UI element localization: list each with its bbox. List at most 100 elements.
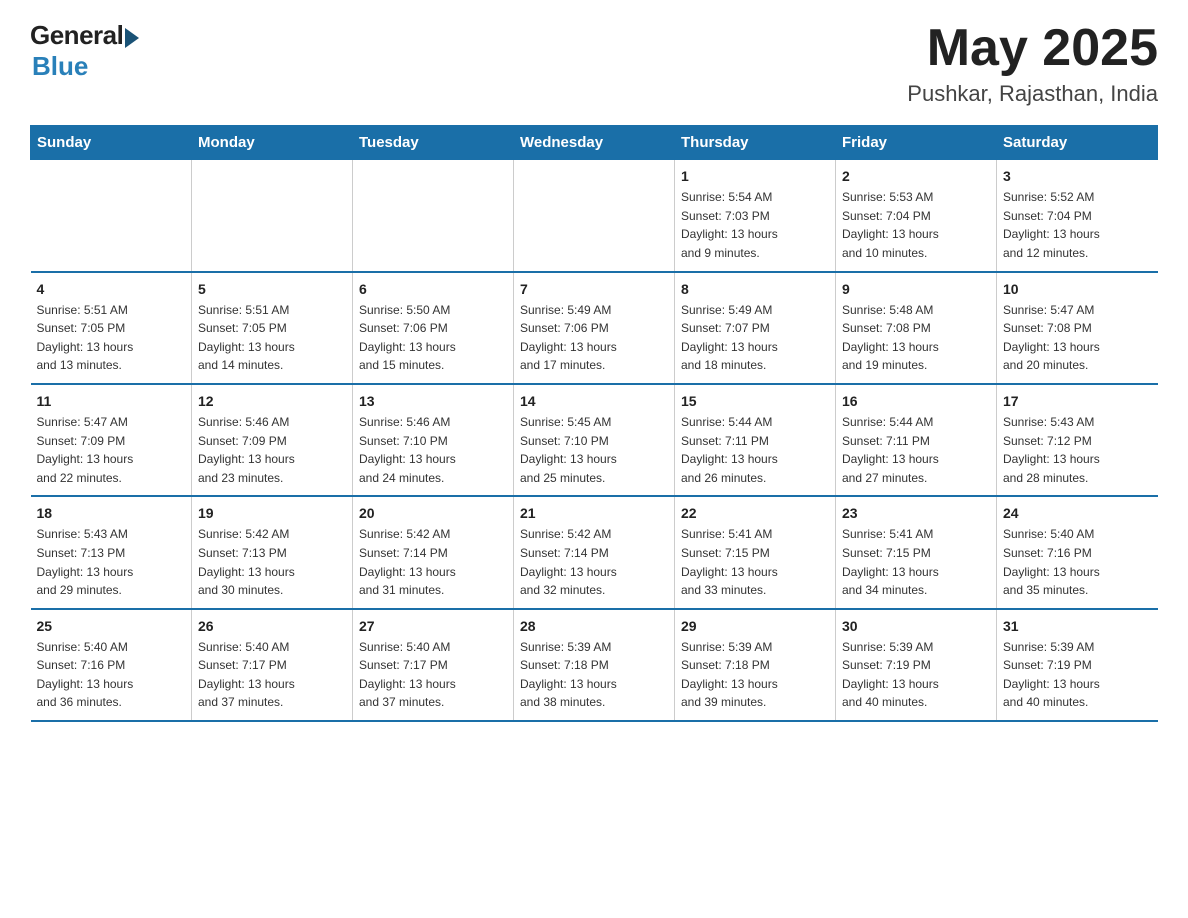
day-number: 1 [681, 168, 829, 184]
calendar-day-cell: 9 Sunrise: 5:48 AM Sunset: 7:08 PM Daylig… [836, 272, 997, 384]
day-number: 31 [1003, 618, 1152, 634]
weekday-header-sunday: Sunday [31, 126, 192, 160]
day-number: 6 [359, 281, 507, 297]
calendar-day-cell: 28 Sunrise: 5:39 AM Sunset: 7:18 PM Dayli… [514, 609, 675, 721]
day-info: Sunrise: 5:40 AM Sunset: 7:16 PM Dayligh… [37, 638, 186, 712]
day-number: 17 [1003, 393, 1152, 409]
day-number: 9 [842, 281, 990, 297]
calendar-day-cell: 26 Sunrise: 5:40 AM Sunset: 7:17 PM Dayli… [192, 609, 353, 721]
calendar-day-cell: 6 Sunrise: 5:50 AM Sunset: 7:06 PM Daylig… [353, 272, 514, 384]
day-number: 15 [681, 393, 829, 409]
day-info: Sunrise: 5:42 AM Sunset: 7:14 PM Dayligh… [520, 525, 668, 599]
calendar-week-row: 25 Sunrise: 5:40 AM Sunset: 7:16 PM Dayli… [31, 609, 1158, 721]
day-info: Sunrise: 5:40 AM Sunset: 7:16 PM Dayligh… [1003, 525, 1152, 599]
calendar-day-cell: 8 Sunrise: 5:49 AM Sunset: 7:07 PM Daylig… [675, 272, 836, 384]
day-info: Sunrise: 5:49 AM Sunset: 7:06 PM Dayligh… [520, 301, 668, 375]
calendar-day-cell: 4 Sunrise: 5:51 AM Sunset: 7:05 PM Daylig… [31, 272, 192, 384]
day-info: Sunrise: 5:40 AM Sunset: 7:17 PM Dayligh… [198, 638, 346, 712]
day-number: 18 [37, 505, 186, 521]
calendar-day-cell: 15 Sunrise: 5:44 AM Sunset: 7:11 PM Dayli… [675, 384, 836, 496]
day-info: Sunrise: 5:47 AM Sunset: 7:08 PM Dayligh… [1003, 301, 1152, 375]
day-info: Sunrise: 5:44 AM Sunset: 7:11 PM Dayligh… [842, 413, 990, 487]
day-number: 24 [1003, 505, 1152, 521]
calendar-day-cell: 16 Sunrise: 5:44 AM Sunset: 7:11 PM Dayli… [836, 384, 997, 496]
day-info: Sunrise: 5:39 AM Sunset: 7:19 PM Dayligh… [1003, 638, 1152, 712]
day-info: Sunrise: 5:39 AM Sunset: 7:18 PM Dayligh… [681, 638, 829, 712]
day-number: 25 [37, 618, 186, 634]
day-info: Sunrise: 5:51 AM Sunset: 7:05 PM Dayligh… [37, 301, 186, 375]
page-header: General Blue May 2025 Pushkar, Rajasthan… [30, 20, 1158, 107]
location-subtitle: Pushkar, Rajasthan, India [907, 81, 1158, 107]
calendar-day-cell: 19 Sunrise: 5:42 AM Sunset: 7:13 PM Dayli… [192, 496, 353, 608]
calendar-day-cell: 1 Sunrise: 5:54 AM Sunset: 7:03 PM Daylig… [675, 160, 836, 272]
calendar-day-cell: 20Sunrise: 5:42 AM Sunset: 7:14 PM Dayli… [353, 496, 514, 608]
day-info: Sunrise: 5:49 AM Sunset: 7:07 PM Dayligh… [681, 301, 829, 375]
calendar-week-row: 4 Sunrise: 5:51 AM Sunset: 7:05 PM Daylig… [31, 272, 1158, 384]
weekday-header-friday: Friday [836, 126, 997, 160]
day-info: Sunrise: 5:39 AM Sunset: 7:18 PM Dayligh… [520, 638, 668, 712]
day-info: Sunrise: 5:45 AM Sunset: 7:10 PM Dayligh… [520, 413, 668, 487]
calendar-day-cell: 25 Sunrise: 5:40 AM Sunset: 7:16 PM Dayli… [31, 609, 192, 721]
day-number: 28 [520, 618, 668, 634]
weekday-header-tuesday: Tuesday [353, 126, 514, 160]
calendar-day-cell [192, 160, 353, 272]
day-info: Sunrise: 5:43 AM Sunset: 7:12 PM Dayligh… [1003, 413, 1152, 487]
weekday-header-saturday: Saturday [997, 126, 1158, 160]
day-info: Sunrise: 5:42 AM Sunset: 7:13 PM Dayligh… [198, 525, 346, 599]
day-info: Sunrise: 5:47 AM Sunset: 7:09 PM Dayligh… [37, 413, 186, 487]
calendar-day-cell: 13 Sunrise: 5:46 AM Sunset: 7:10 PM Dayli… [353, 384, 514, 496]
logo-blue-text: Blue [32, 51, 88, 82]
day-number: 13 [359, 393, 507, 409]
calendar-day-cell: 31 Sunrise: 5:39 AM Sunset: 7:19 PM Dayli… [997, 609, 1158, 721]
day-info: Sunrise: 5:43 AM Sunset: 7:13 PM Dayligh… [37, 525, 186, 599]
day-info: Sunrise: 5:51 AM Sunset: 7:05 PM Dayligh… [198, 301, 346, 375]
calendar-day-cell: 23 Sunrise: 5:41 AM Sunset: 7:15 PM Dayli… [836, 496, 997, 608]
day-info: Sunrise: 5:46 AM Sunset: 7:10 PM Dayligh… [359, 413, 507, 487]
day-info: Sunrise: 5:41 AM Sunset: 7:15 PM Dayligh… [681, 525, 829, 599]
weekday-header-thursday: Thursday [675, 126, 836, 160]
day-number: 12 [198, 393, 346, 409]
day-number: 20 [359, 505, 507, 521]
logo-general-text: General [30, 20, 123, 51]
day-info: Sunrise: 5:52 AM Sunset: 7:04 PM Dayligh… [1003, 188, 1152, 262]
day-info: Sunrise: 5:50 AM Sunset: 7:06 PM Dayligh… [359, 301, 507, 375]
calendar-day-cell: 11Sunrise: 5:47 AM Sunset: 7:09 PM Dayli… [31, 384, 192, 496]
day-number: 21 [520, 505, 668, 521]
day-number: 7 [520, 281, 668, 297]
calendar-day-cell: 30 Sunrise: 5:39 AM Sunset: 7:19 PM Dayli… [836, 609, 997, 721]
calendar-day-cell: 29Sunrise: 5:39 AM Sunset: 7:18 PM Dayli… [675, 609, 836, 721]
day-number: 26 [198, 618, 346, 634]
calendar-day-cell: 21 Sunrise: 5:42 AM Sunset: 7:14 PM Dayli… [514, 496, 675, 608]
logo-arrow-icon [125, 28, 139, 48]
calendar-day-cell [514, 160, 675, 272]
calendar-day-cell [353, 160, 514, 272]
day-number: 23 [842, 505, 990, 521]
calendar-day-cell: 17 Sunrise: 5:43 AM Sunset: 7:12 PM Dayli… [997, 384, 1158, 496]
month-year-title: May 2025 [907, 20, 1158, 77]
calendar-table: SundayMondayTuesdayWednesdayThursdayFrid… [30, 125, 1158, 722]
day-number: 22 [681, 505, 829, 521]
calendar-day-cell: 10Sunrise: 5:47 AM Sunset: 7:08 PM Dayli… [997, 272, 1158, 384]
calendar-week-row: 18 Sunrise: 5:43 AM Sunset: 7:13 PM Dayli… [31, 496, 1158, 608]
day-info: Sunrise: 5:39 AM Sunset: 7:19 PM Dayligh… [842, 638, 990, 712]
day-number: 16 [842, 393, 990, 409]
calendar-day-cell: 12Sunrise: 5:46 AM Sunset: 7:09 PM Dayli… [192, 384, 353, 496]
day-info: Sunrise: 5:54 AM Sunset: 7:03 PM Dayligh… [681, 188, 829, 262]
calendar-week-row: 1 Sunrise: 5:54 AM Sunset: 7:03 PM Daylig… [31, 160, 1158, 272]
calendar-day-cell: 3 Sunrise: 5:52 AM Sunset: 7:04 PM Daylig… [997, 160, 1158, 272]
day-number: 3 [1003, 168, 1152, 184]
weekday-header-row: SundayMondayTuesdayWednesdayThursdayFrid… [31, 126, 1158, 160]
day-info: Sunrise: 5:41 AM Sunset: 7:15 PM Dayligh… [842, 525, 990, 599]
day-info: Sunrise: 5:53 AM Sunset: 7:04 PM Dayligh… [842, 188, 990, 262]
day-info: Sunrise: 5:40 AM Sunset: 7:17 PM Dayligh… [359, 638, 507, 712]
day-number: 5 [198, 281, 346, 297]
day-number: 19 [198, 505, 346, 521]
day-info: Sunrise: 5:44 AM Sunset: 7:11 PM Dayligh… [681, 413, 829, 487]
day-info: Sunrise: 5:48 AM Sunset: 7:08 PM Dayligh… [842, 301, 990, 375]
day-number: 14 [520, 393, 668, 409]
day-number: 4 [37, 281, 186, 297]
weekday-header-monday: Monday [192, 126, 353, 160]
logo: General Blue [30, 20, 139, 82]
day-number: 8 [681, 281, 829, 297]
day-number: 30 [842, 618, 990, 634]
